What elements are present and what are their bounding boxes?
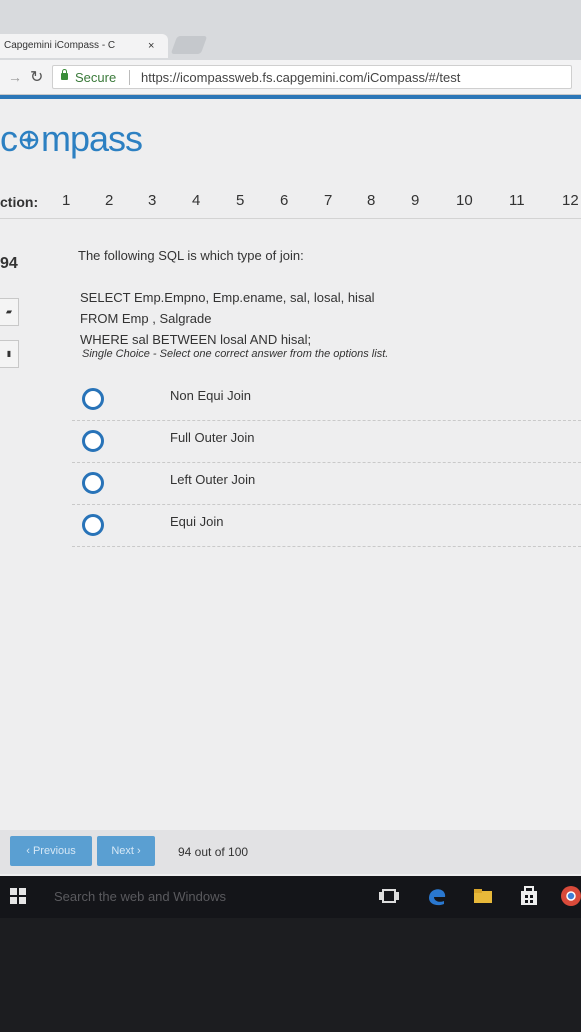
header-accent-bar [0,95,581,99]
browser-tab[interactable]: Capgemini iCompass - C × [0,34,168,58]
taskbar-search-input[interactable]: Search the web and Windows [40,882,370,912]
answer-instructions: Single Choice - Select one correct answe… [82,348,389,360]
question-text: The following SQL is which type of join: [78,248,304,263]
sql-line-3: WHERE sal BETWEEN losal AND hisal; [80,332,312,347]
sql-line-1: SELECT Emp.Empno, Emp.ename, sal, losal,… [80,290,375,305]
question-link-10[interactable]: 10 [456,192,473,209]
answer-option[interactable]: Left Outer Join [72,462,581,505]
radio-button[interactable] [82,430,104,452]
flag-icon[interactable]: ▰ [0,298,19,326]
reload-icon[interactable]: ↻ [30,67,43,87]
screen: Capgemini iCompass - C × → ↻ Secure http… [0,0,581,918]
previous-button[interactable]: ‹ Previous [10,836,92,866]
next-button[interactable]: Next › [97,836,155,866]
browser-tab-bar: Capgemini iCompass - C × [0,0,581,60]
bookmark-icon[interactable]: ▮ [0,340,19,368]
new-tab-button[interactable] [170,36,208,54]
question-link-8[interactable]: 8 [367,192,375,209]
sql-line-2: FROM Emp , Salgrade [80,311,212,326]
lock-icon [61,69,68,80]
address-bar[interactable]: Secure https://icompassweb.fs.capgemini.… [52,65,572,89]
store-icon[interactable] [518,885,540,907]
radio-button[interactable] [82,514,104,536]
icompass-logo: c mpass [0,118,143,162]
question-link-12[interactable]: 12 [562,192,579,209]
logo-prefix: c [0,118,18,159]
radio-button[interactable] [82,388,104,410]
answer-option[interactable]: Equi Join [72,504,581,547]
compass-icon [19,130,39,150]
edge-browser-icon[interactable] [426,885,448,907]
radio-button[interactable] [82,472,104,494]
question-link-4[interactable]: 4 [192,192,200,209]
option-label: Full Outer Join [170,430,255,445]
tab-title: Capgemini iCompass - C [4,40,116,51]
close-icon[interactable]: × [148,34,154,58]
task-view-icon[interactable] [378,885,400,907]
question-link-9[interactable]: 9 [411,192,419,209]
option-label: Equi Join [170,514,224,529]
answer-option[interactable]: Full Outer Join [72,420,581,463]
progress-counter: 94 out of 100 [178,845,249,859]
secure-label: Secure [75,70,117,85]
test-footer: ‹ Previous Next › 94 out of 100 [0,830,581,874]
forward-arrow-icon[interactable]: → [8,69,22,85]
question-link-5[interactable]: 5 [236,192,244,209]
question-link-3[interactable]: 3 [148,192,156,209]
question-nav-label: ction: [0,194,39,210]
windows-start-icon[interactable] [10,888,26,904]
file-explorer-icon[interactable] [472,885,494,907]
windows-taskbar: Search the web and Windows [0,876,581,918]
option-label: Left Outer Join [170,472,256,487]
url-divider [129,70,130,85]
question-link-1[interactable]: 1 [62,192,70,209]
question-link-11[interactable]: 11 [509,192,525,209]
question-link-6[interactable]: 6 [280,192,288,209]
logo-suffix: mpass [41,118,143,159]
question-number: 94 [0,255,18,272]
chrome-icon[interactable] [560,885,581,907]
question-link-2[interactable]: 2 [105,192,113,209]
answer-option[interactable]: Non Equi Join [72,378,581,421]
url-text: https://icompassweb.fs.capgemini.com/iCo… [141,70,461,85]
question-link-7[interactable]: 7 [324,192,332,209]
browser-toolbar: → ↻ Secure https://icompassweb.fs.capgem… [0,60,581,95]
option-label: Non Equi Join [170,388,251,403]
question-navigation: ction: 1 2 3 4 5 6 7 8 9 10 11 12 [0,188,581,219]
